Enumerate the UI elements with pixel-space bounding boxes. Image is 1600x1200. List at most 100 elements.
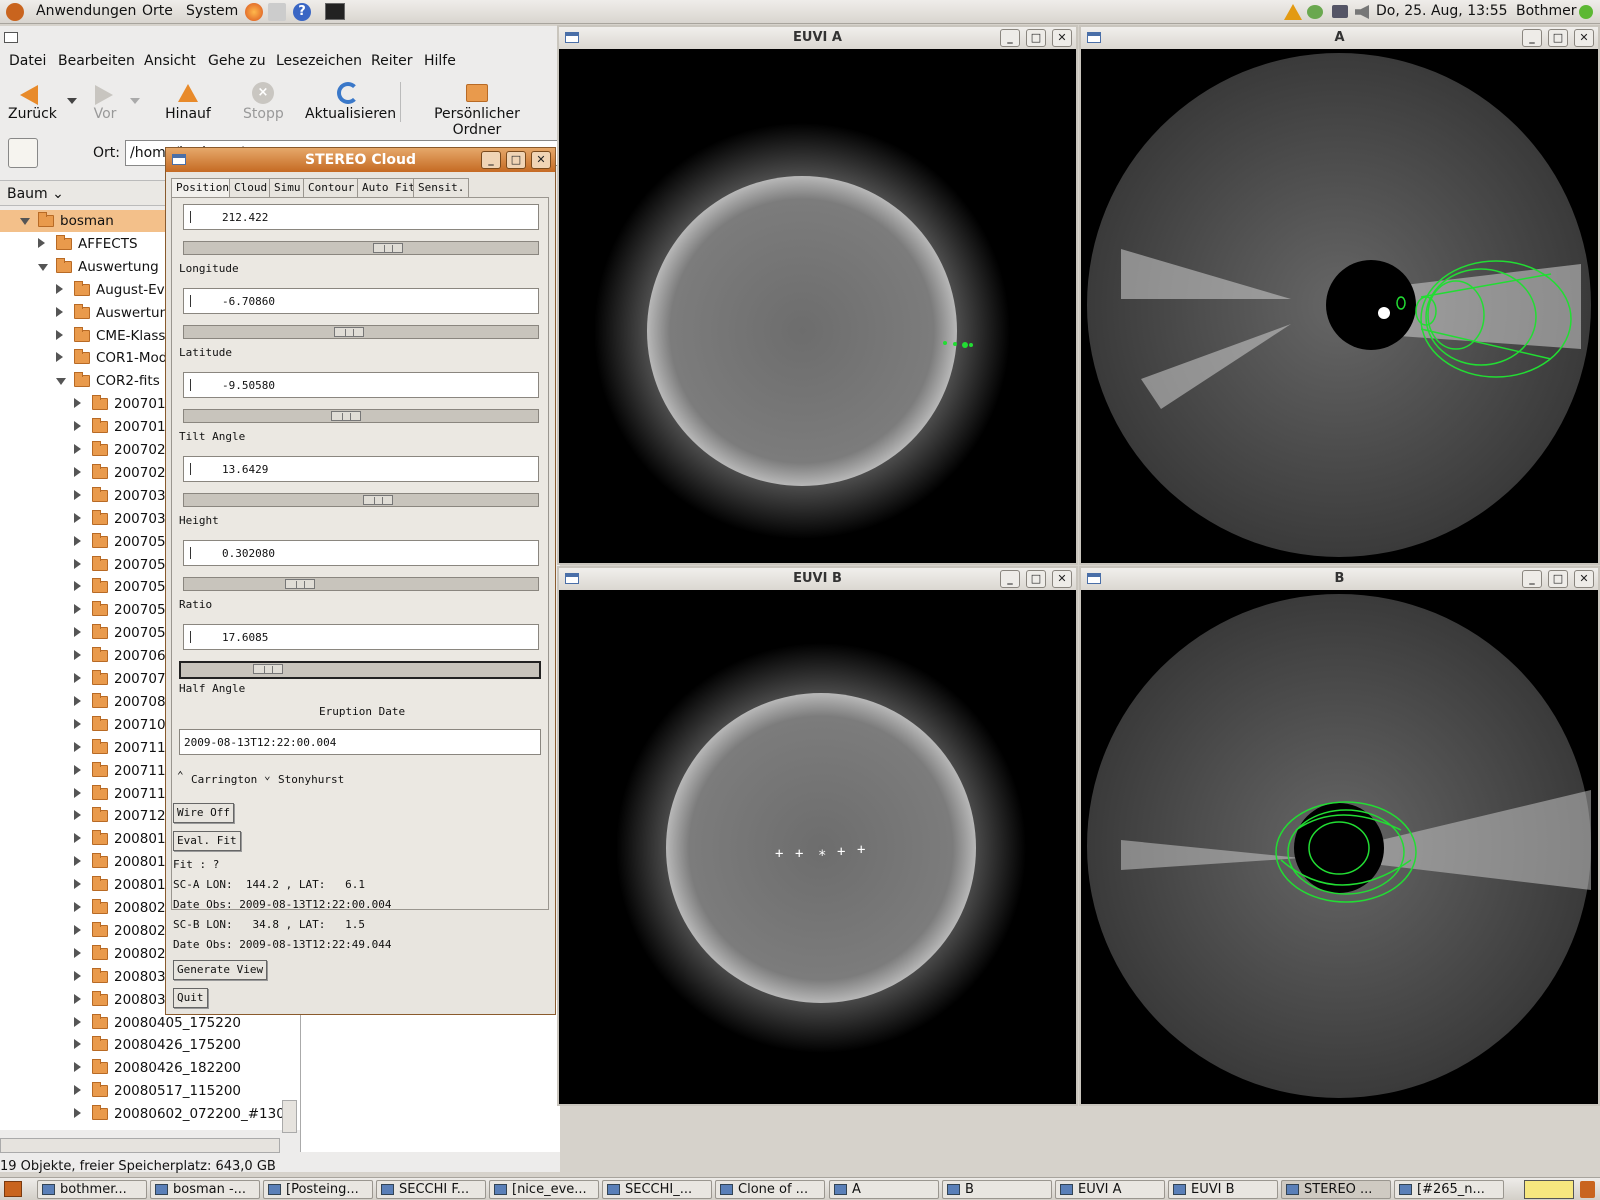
- back-button[interactable]: Zurück: [8, 106, 57, 122]
- expander-closed-icon[interactable]: [74, 650, 81, 661]
- expander-closed-icon[interactable]: [74, 535, 81, 546]
- taskbar-button[interactable]: bothmer...: [37, 1180, 147, 1199]
- taskbar-button[interactable]: A: [829, 1180, 939, 1199]
- expander-closed-icon[interactable]: [74, 627, 81, 638]
- display-icon[interactable]: [1332, 5, 1348, 18]
- cor2-b-image[interactable]: [1081, 590, 1598, 1104]
- terminal-icon[interactable]: [325, 3, 345, 20]
- slider-thumb[interactable]: [331, 411, 361, 421]
- half-angle-input[interactable]: 17.6085: [183, 624, 539, 650]
- stonyhurst-radio[interactable]: Stonyhurst: [278, 773, 344, 786]
- expander-closed-icon[interactable]: [74, 810, 81, 821]
- reload-button[interactable]: Aktualisieren: [305, 106, 396, 122]
- window-icon[interactable]: [565, 573, 579, 584]
- expander-closed-icon[interactable]: [74, 947, 81, 958]
- help-icon[interactable]: ?: [293, 3, 311, 21]
- user-name[interactable]: Bothmer: [1516, 3, 1577, 19]
- expander-closed-icon[interactable]: [56, 283, 63, 294]
- back-dropdown-icon[interactable]: [67, 98, 77, 104]
- taskbar-button[interactable]: [Posteing...: [263, 1180, 373, 1199]
- expander-closed-icon[interactable]: [74, 673, 81, 683]
- expander-closed-icon[interactable]: [74, 902, 81, 912]
- euvi-a-titlebar[interactable]: EUVI A _ □ ✕: [559, 27, 1076, 49]
- tab-position[interactable]: Position: [171, 178, 234, 198]
- taskbar-button[interactable]: STEREO ...: [1281, 1180, 1391, 1199]
- taskbar-button[interactable]: EUVI B: [1168, 1180, 1278, 1199]
- expander-closed-icon[interactable]: [74, 581, 81, 592]
- clock[interactable]: Do, 25. Aug, 13:55: [1376, 3, 1508, 19]
- tab-sensitivity[interactable]: Sensit.: [413, 178, 470, 198]
- network-icon[interactable]: [1307, 5, 1323, 19]
- show-desktop-icon[interactable]: [4, 1181, 22, 1197]
- back-arrow-icon[interactable]: [20, 85, 38, 105]
- expander-closed-icon[interactable]: [74, 466, 81, 477]
- expander-closed-icon[interactable]: [74, 398, 81, 409]
- menu-applications[interactable]: Anwendungen: [36, 3, 136, 19]
- close-icon[interactable]: ✕: [1574, 29, 1594, 47]
- maximize-icon[interactable]: □: [1026, 570, 1046, 588]
- expander-closed-icon[interactable]: [74, 879, 81, 890]
- expander-closed-icon[interactable]: [74, 764, 81, 775]
- tab-simu[interactable]: Simu: [269, 178, 306, 198]
- reload-icon[interactable]: [337, 82, 359, 104]
- latitude-input[interactable]: -6.70860: [183, 288, 539, 314]
- taskbar-button[interactable]: EUVI A: [1055, 1180, 1165, 1199]
- tree-row[interactable]: 20080517_115200: [0, 1080, 290, 1102]
- expander-closed-icon[interactable]: [74, 444, 81, 454]
- edit-location-icon[interactable]: [8, 138, 38, 168]
- taskbar-button[interactable]: [#265_n...: [1394, 1180, 1504, 1199]
- expander-closed-icon[interactable]: [74, 604, 81, 615]
- wire-off-button[interactable]: Wire Off: [173, 803, 234, 823]
- maximize-icon[interactable]: □: [1548, 570, 1568, 588]
- expander-closed-icon[interactable]: [74, 1039, 81, 1050]
- ratio-input[interactable]: 0.302080: [183, 540, 539, 566]
- euvi-b-titlebar[interactable]: EUVI B _ □ ✕: [559, 568, 1076, 590]
- stereo-cloud-titlebar[interactable]: STEREO Cloud _ □ ✕: [166, 148, 555, 172]
- minimize-icon[interactable]: _: [1000, 570, 1020, 588]
- up-arrow-icon[interactable]: [178, 84, 198, 102]
- carrington-radio-icon[interactable]: ⌃: [177, 769, 184, 782]
- euvi-b-image[interactable]: + + * + +: [559, 590, 1076, 1104]
- expander-closed-icon[interactable]: [74, 558, 81, 569]
- half-angle-slider[interactable]: [179, 661, 541, 679]
- expander-closed-icon[interactable]: [56, 329, 63, 340]
- slider-thumb[interactable]: [373, 243, 403, 253]
- expander-closed-icon[interactable]: [74, 833, 81, 844]
- trash-icon[interactable]: [1580, 1181, 1595, 1198]
- window-icon[interactable]: [1087, 32, 1101, 43]
- window-icon[interactable]: [565, 32, 579, 43]
- taskbar-button[interactable]: B: [942, 1180, 1052, 1199]
- expander-closed-icon[interactable]: [56, 352, 63, 363]
- tab-contour[interactable]: Contour: [303, 178, 360, 198]
- menu-view[interactable]: Ansicht: [144, 53, 196, 69]
- menu-bookmarks[interactable]: Lesezeichen: [276, 53, 362, 69]
- window-menu-icon[interactable]: [4, 32, 18, 43]
- expander-open-icon[interactable]: [20, 218, 30, 225]
- menu-edit[interactable]: Bearbeiten: [58, 53, 135, 69]
- expander-closed-icon[interactable]: [74, 993, 81, 1004]
- expander-closed-icon[interactable]: [74, 695, 81, 706]
- height-slider[interactable]: [183, 493, 539, 507]
- expander-closed-icon[interactable]: [74, 489, 81, 500]
- close-icon[interactable]: ✕: [1574, 570, 1594, 588]
- ubuntu-logo-icon[interactable]: [6, 3, 24, 21]
- expander-closed-icon[interactable]: [74, 1085, 81, 1096]
- ratio-slider[interactable]: [183, 577, 539, 591]
- volume-icon[interactable]: [1355, 5, 1369, 19]
- expander-open-icon[interactable]: [38, 263, 48, 271]
- home-button[interactable]: Persönlicher Ordner: [410, 106, 544, 138]
- mail-icon[interactable]: [268, 3, 286, 21]
- close-icon[interactable]: ✕: [1052, 29, 1072, 47]
- home-folder-icon[interactable]: [466, 84, 488, 102]
- expander-closed-icon[interactable]: [74, 1108, 81, 1119]
- menu-file[interactable]: Datei: [9, 53, 46, 69]
- tree-row[interactable]: 20080426_175200: [0, 1034, 290, 1056]
- tree-horizontal-scrollbar[interactable]: [0, 1138, 280, 1153]
- expander-closed-icon[interactable]: [74, 1016, 81, 1027]
- menu-places[interactable]: Orte: [142, 3, 173, 19]
- cor2-a-image[interactable]: [1081, 49, 1598, 563]
- close-icon[interactable]: ✕: [1052, 570, 1072, 588]
- latitude-slider[interactable]: [183, 325, 539, 339]
- slider-thumb[interactable]: [363, 495, 393, 505]
- taskbar-button[interactable]: SECCHI F...: [376, 1180, 486, 1199]
